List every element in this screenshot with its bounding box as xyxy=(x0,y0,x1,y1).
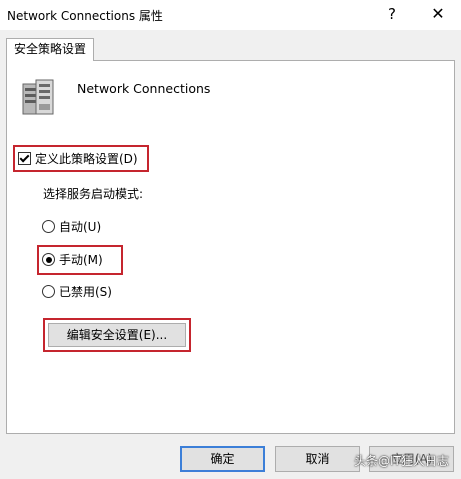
radio-disabled-label: 已禁用(S) xyxy=(59,285,112,299)
window-title: Network Connections 属性 xyxy=(7,9,163,23)
define-policy-checkbox[interactable]: 定义此策略设置(D) xyxy=(18,150,138,167)
tab-panel: Network Connections 定义此策略设置(D) 选择服务启动模式:… xyxy=(6,60,455,434)
edit-security-button[interactable]: 编辑安全设置(E)... xyxy=(48,323,186,347)
startup-mode-label: 选择服务启动模式: xyxy=(43,187,144,201)
define-policy-label: 定义此策略设置(D) xyxy=(35,152,138,166)
ok-button[interactable]: 确定 xyxy=(180,446,265,472)
checkmark-icon xyxy=(19,152,30,163)
radio-circle[interactable] xyxy=(42,253,55,266)
policy-name: Network Connections xyxy=(77,81,211,96)
close-button[interactable]: ✕ xyxy=(416,2,460,28)
radio-automatic-label: 自动(U) xyxy=(59,220,102,234)
radio-manual[interactable]: 手动(M) xyxy=(42,251,103,268)
radio-manual-label: 手动(M) xyxy=(59,253,103,267)
radio-circle[interactable] xyxy=(42,220,55,233)
title-bar: Network Connections 属性 ? ✕ xyxy=(0,0,461,30)
radio-disabled[interactable]: 已禁用(S) xyxy=(42,283,112,300)
watermark: 头条@IT狂人日志 xyxy=(354,454,449,468)
cancel-button[interactable]: 取消 xyxy=(275,446,360,472)
tab-security-policy[interactable]: 安全策略设置 xyxy=(6,38,94,61)
radio-selected-dot xyxy=(45,256,52,263)
radio-circle[interactable] xyxy=(42,285,55,298)
server-icon xyxy=(22,79,54,115)
checkbox-box[interactable] xyxy=(18,152,31,165)
radio-automatic[interactable]: 自动(U) xyxy=(42,218,101,235)
help-button[interactable]: ? xyxy=(370,2,414,28)
